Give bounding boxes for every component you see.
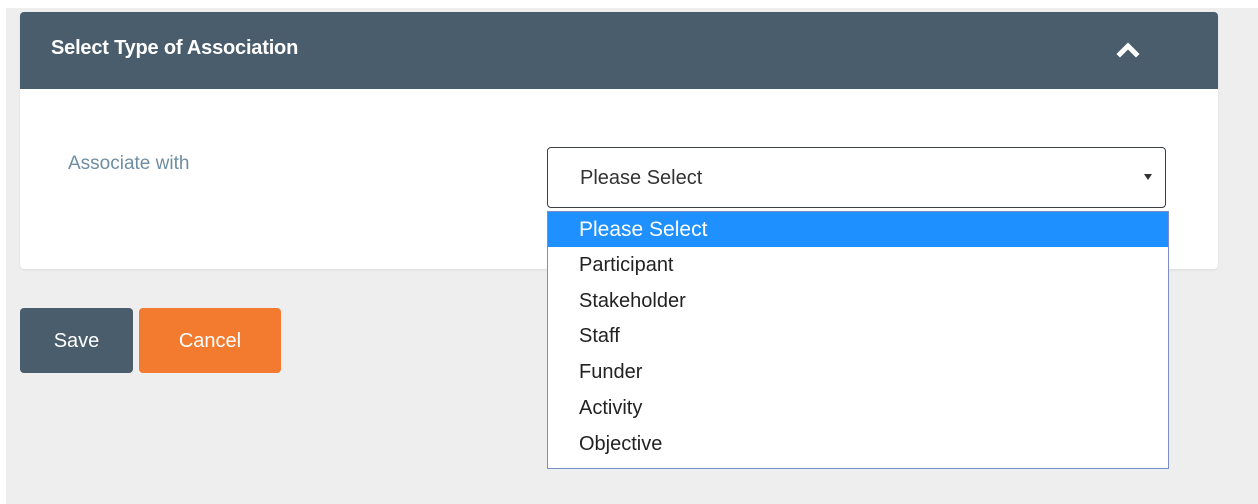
- dropdown-option[interactable]: Funder: [548, 355, 1168, 390]
- select-current-value: Please Select: [580, 167, 703, 189]
- dropdown-option[interactable]: Participant: [548, 248, 1168, 283]
- dropdown-option[interactable]: Activity: [548, 391, 1168, 426]
- cancel-button[interactable]: Cancel: [139, 308, 281, 373]
- dropdown-option[interactable]: Stakeholder: [548, 284, 1168, 319]
- top-strip: [0, 0, 1258, 8]
- associate-with-select[interactable]: Please Select: [547, 147, 1166, 208]
- chevron-up-icon: [1113, 34, 1143, 64]
- panel-title: Select Type of Association: [51, 37, 299, 59]
- dropdown-option[interactable]: Please Select: [548, 212, 1168, 247]
- caret-down-icon: [1142, 170, 1154, 184]
- dropdown-option[interactable]: Staff: [548, 319, 1168, 354]
- panel-header: Select Type of Association: [20, 12, 1218, 89]
- collapse-button[interactable]: [1113, 34, 1143, 64]
- select-dropdown-list: Please Select Participant Stakeholder Staff…: [547, 211, 1169, 469]
- left-strip: [0, 0, 6, 504]
- save-button[interactable]: Save: [20, 308, 133, 373]
- dropdown-option[interactable]: Objective: [548, 427, 1168, 462]
- associate-with-label: Associate with: [68, 153, 190, 174]
